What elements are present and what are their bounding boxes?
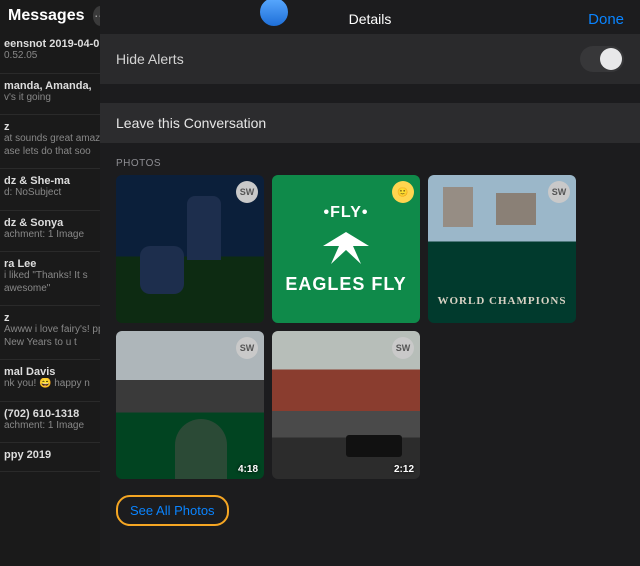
conversation-name: ppy 2019 bbox=[4, 449, 112, 461]
messages-sidebar: Messages ⋯ eensnot 2019-04-00.52.05manda… bbox=[0, 0, 116, 566]
conversation-item[interactable]: zAwww i love fairy's! ppy New Years to u… bbox=[0, 306, 116, 360]
conversation-item[interactable]: dz & Sonyaachment: 1 Image bbox=[0, 211, 116, 253]
done-button[interactable]: Done bbox=[588, 11, 624, 28]
conversation-name: z bbox=[4, 312, 112, 324]
hide-alerts-row[interactable]: Hide Alerts bbox=[100, 34, 640, 85]
sender-badge: SW bbox=[236, 181, 258, 203]
conversation-preview: achment: 1 Image bbox=[4, 229, 112, 242]
conversation-name: dz & Sonya bbox=[4, 217, 112, 229]
conversation-item[interactable]: ra Leei liked "Thanks! It s awesome" bbox=[0, 252, 116, 306]
conversation-preview: 0.52.05 bbox=[4, 50, 112, 63]
conversation-preview: v's it going bbox=[4, 92, 112, 105]
conversation-preview: nk you! 😄 happy n bbox=[4, 378, 112, 391]
sender-badge: SW bbox=[236, 337, 258, 359]
photo-thumb[interactable]: •FLY• EAGLES FLY 🙂 bbox=[272, 175, 420, 323]
conversation-preview: d: NoSubject bbox=[4, 187, 112, 200]
video-duration: 2:12 bbox=[394, 464, 414, 475]
sender-badge: SW bbox=[548, 181, 570, 203]
conversation-preview: i liked "Thanks! It s awesome" bbox=[4, 270, 112, 295]
conversation-preview: at sounds great amaz ase lets do that so… bbox=[4, 133, 112, 158]
sidebar-title: Messages bbox=[8, 7, 85, 25]
conversation-name: mal Davis bbox=[4, 366, 112, 378]
conversation-item[interactable]: (702) 610-1318achment: 1 Image bbox=[0, 402, 116, 444]
conversation-name: eensnot 2019-04-0 bbox=[4, 38, 112, 50]
conversation-item[interactable]: eensnot 2019-04-00.52.05 bbox=[0, 32, 116, 74]
leave-conversation-row[interactable]: Leave this Conversation bbox=[100, 103, 640, 144]
hide-alerts-label: Hide Alerts bbox=[116, 51, 184, 67]
photo-thumb[interactable]: WORLD CHAMPIONS SW bbox=[428, 175, 576, 323]
video-duration: 4:18 bbox=[238, 464, 258, 475]
conversation-item[interactable]: dz & She-mad: NoSubject bbox=[0, 169, 116, 211]
conversation-name: manda, Amanda, bbox=[4, 80, 112, 92]
see-all-photos-button[interactable]: See All Photos bbox=[116, 495, 229, 526]
photos-section-label: PHOTOS bbox=[100, 144, 640, 175]
leave-conversation-label: Leave this Conversation bbox=[116, 115, 266, 131]
conversation-name: ra Lee bbox=[4, 258, 112, 270]
video-thumb[interactable]: SW 4:18 bbox=[116, 331, 264, 479]
conversation-item[interactable]: mal Davisnk you! 😄 happy n bbox=[0, 360, 116, 402]
photos-grid: SW •FLY• EAGLES FLY 🙂 WORLD CHAMPIONS SW… bbox=[100, 175, 640, 479]
conversation-name: (702) 610-1318 bbox=[4, 408, 112, 420]
panel-title: Details bbox=[100, 11, 640, 27]
conversation-preview: achment: 1 Image bbox=[4, 420, 112, 433]
details-panel: Details Done Hide Alerts Leave this Conv… bbox=[100, 0, 640, 566]
conversation-item[interactable]: zat sounds great amaz ase lets do that s… bbox=[0, 115, 116, 169]
video-thumb[interactable]: SW 2:12 bbox=[272, 331, 420, 479]
sender-badge: SW bbox=[392, 337, 414, 359]
hide-alerts-toggle[interactable] bbox=[580, 46, 624, 72]
conversation-item[interactable]: manda, Amanda,v's it going bbox=[0, 74, 116, 116]
conversation-preview: Awww i love fairy's! ppy New Years to u … bbox=[4, 324, 112, 349]
photo-thumb[interactable]: SW bbox=[116, 175, 264, 323]
conversation-name: z bbox=[4, 121, 112, 133]
sender-badge: 🙂 bbox=[392, 181, 414, 203]
conversation-name: dz & She-ma bbox=[4, 175, 112, 187]
conversation-item[interactable]: ppy 2019 bbox=[0, 443, 116, 472]
